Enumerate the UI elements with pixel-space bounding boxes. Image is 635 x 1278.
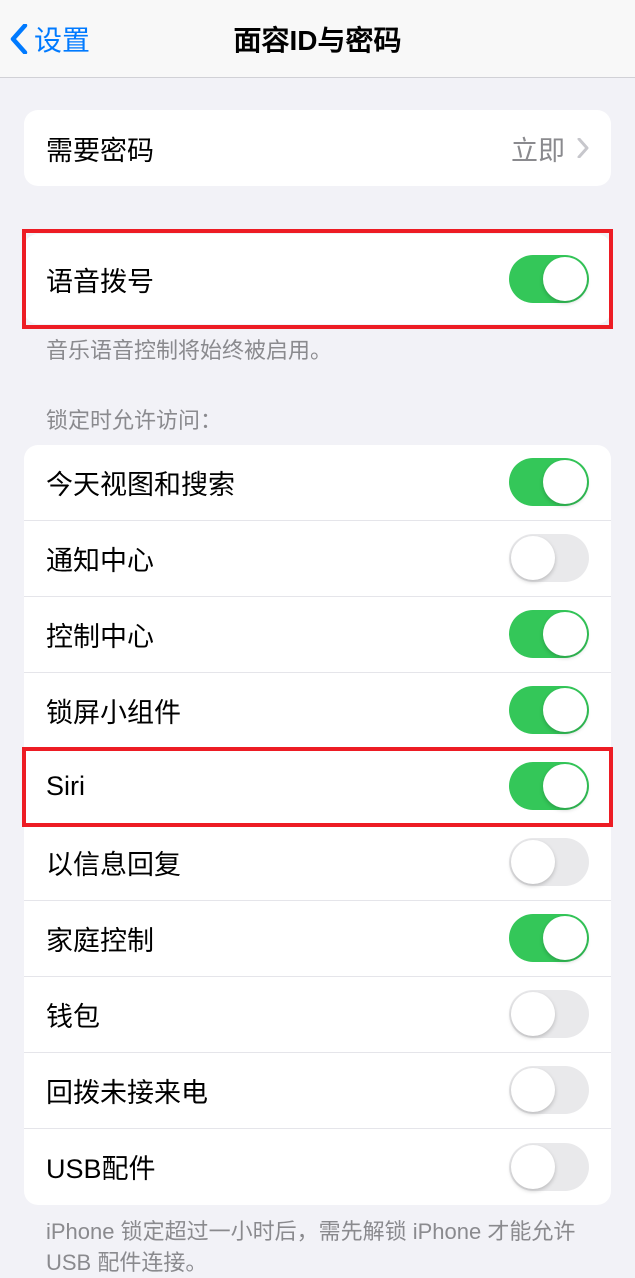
allow-access-toggle[interactable]: [509, 914, 589, 962]
allow-access-label: 今天视图和搜索: [46, 463, 235, 502]
nav-header: 设置 面容ID与密码: [0, 0, 635, 78]
allow-access-toggle[interactable]: [509, 458, 589, 506]
allow-access-row[interactable]: Siri: [24, 749, 611, 825]
voice-dial-toggle[interactable]: [509, 255, 589, 303]
allow-access-label: 回拨未接来电: [46, 1071, 208, 1110]
allow-access-toggle[interactable]: [509, 610, 589, 658]
allow-access-row[interactable]: 今天视图和搜索: [24, 445, 611, 521]
allow-access-row[interactable]: 锁屏小组件: [24, 673, 611, 749]
allow-access-row[interactable]: 通知中心: [24, 521, 611, 597]
allow-access-toggle[interactable]: [509, 686, 589, 734]
allow-access-toggle[interactable]: [509, 1143, 589, 1191]
allow-access-row[interactable]: 以信息回复: [24, 825, 611, 901]
allow-access-label: 通知中心: [46, 539, 154, 578]
require-passcode-row[interactable]: 需要密码 立即: [24, 110, 611, 186]
allow-access-row[interactable]: 家庭控制: [24, 901, 611, 977]
allow-access-group: 今天视图和搜索通知中心控制中心锁屏小组件 Siri 以信息回复家庭控制钱包回拨未接来…: [24, 445, 611, 1205]
chevron-right-icon: [577, 138, 589, 158]
allow-access-toggle[interactable]: [509, 534, 589, 582]
allow-access-label: 以信息回复: [46, 843, 181, 882]
allow-access-label: 控制中心: [46, 615, 154, 654]
allow-access-toggle[interactable]: [509, 838, 589, 886]
voice-dial-group: 语音拨号: [24, 234, 611, 324]
allow-access-toggle[interactable]: [509, 762, 589, 810]
page-title: 面容ID与密码: [0, 19, 635, 59]
allow-access-row[interactable]: USB配件: [24, 1129, 611, 1205]
allow-access-toggle[interactable]: [509, 1066, 589, 1114]
allow-access-toggle[interactable]: [509, 990, 589, 1038]
allow-access-label: 家庭控制: [46, 919, 154, 958]
voice-dial-row[interactable]: 语音拨号: [24, 234, 611, 324]
allow-access-label: USB配件: [46, 1147, 156, 1186]
passcode-group: 需要密码 立即: [24, 110, 611, 186]
voice-dial-footer: 音乐语音控制将始终被启用。: [24, 324, 611, 367]
allow-access-label: Siri: [46, 771, 85, 802]
chevron-left-icon: [10, 24, 28, 54]
allow-access-row[interactable]: 控制中心: [24, 597, 611, 673]
allow-access-label: 钱包: [46, 995, 100, 1034]
require-passcode-label: 需要密码: [46, 129, 154, 168]
allow-access-header: 锁定时允许访问：: [24, 367, 611, 445]
allow-access-row[interactable]: 回拨未接来电: [24, 1053, 611, 1129]
back-label: 设置: [34, 19, 90, 59]
require-passcode-value: 立即: [511, 129, 565, 168]
allow-access-footer: iPhone 锁定超过一小时后，需先解锁 iPhone 才能允许USB 配件连接…: [24, 1205, 611, 1278]
voice-dial-label: 语音拨号: [46, 260, 154, 299]
back-button[interactable]: 设置: [0, 19, 90, 59]
allow-access-row[interactable]: 钱包: [24, 977, 611, 1053]
allow-access-label: 锁屏小组件: [46, 691, 181, 730]
